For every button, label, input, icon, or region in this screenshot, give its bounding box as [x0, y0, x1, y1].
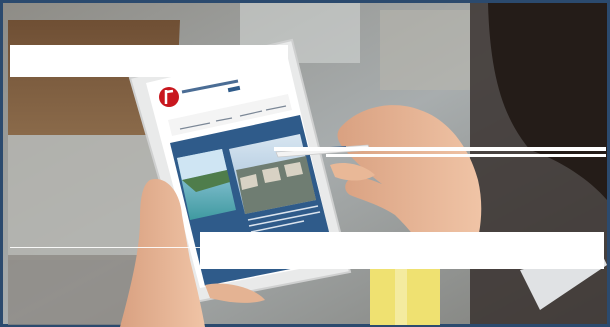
red-circle-logo-icon	[159, 87, 179, 107]
white-overlay-bar-top	[10, 45, 288, 77]
white-overlay-line-left	[10, 247, 200, 248]
white-overlay-line-stylus-2	[326, 154, 606, 157]
scene-svg	[0, 0, 610, 327]
photo	[0, 0, 610, 327]
white-overlay-line-stylus	[274, 147, 606, 151]
white-overlay-bar-bottom	[200, 232, 604, 269]
